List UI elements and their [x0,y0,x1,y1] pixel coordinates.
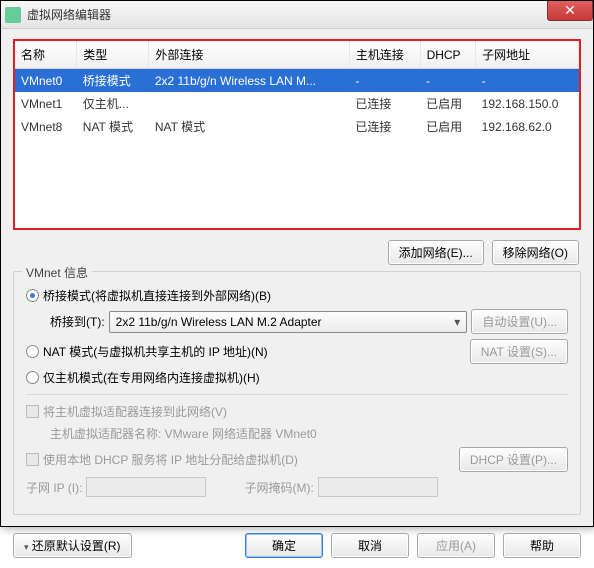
col-host[interactable]: 主机连接 [349,41,420,69]
bridge-to-label: 桥接到(T): [50,313,105,330]
dialog-footer: ▾ 还原默认设置(R) 确定 取消 应用(A) 帮助 [1,525,593,568]
hostonly-mode-option[interactable]: 仅主机模式(在专用网络内连接虚拟机)(H) [26,369,568,386]
restore-defaults-button[interactable]: ▾ 还原默认设置(R) [13,533,132,558]
radio-nat[interactable] [26,345,39,358]
nat-settings-button[interactable]: NAT 设置(S)... [470,339,568,364]
nat-mode-option[interactable]: NAT 模式(与虚拟机共享主机的 IP 地址)(N) NAT 设置(S)... [26,339,568,364]
ok-button[interactable]: 确定 [245,533,323,558]
dhcp-settings-button[interactable]: DHCP 设置(P)... [459,447,568,472]
network-table-frame: 名称 类型 外部连接 主机连接 DHCP 子网地址 VMnet0 桥接模式 2x… [13,39,581,230]
col-external[interactable]: 外部连接 [149,41,350,69]
subnet-mask-input [318,477,438,497]
bridge-to-combo[interactable]: 2x2 11b/g/n Wireless LAN M.2 Adapter [109,311,468,333]
virtual-network-editor-window: 虚拟网络编辑器 ✕ 名称 类型 外部连接 主机连接 DHCP 子网地址 [0,0,594,527]
subnet-ip-label: 子网 IP (I): [26,479,82,496]
checkbox-host-adapter [26,405,39,418]
network-table[interactable]: 名称 类型 外部连接 主机连接 DHCP 子网地址 VMnet0 桥接模式 2x… [15,41,579,228]
cancel-button[interactable]: 取消 [331,533,409,558]
separator [26,394,568,395]
col-type[interactable]: 类型 [77,41,149,69]
window-title: 虚拟网络编辑器 [27,6,111,23]
checkbox-dhcp [26,453,39,466]
dhcp-row: 使用本地 DHCP 服务将 IP 地址分配给虚拟机(D) DHCP 设置(P).… [26,447,568,472]
auto-settings-button[interactable]: 自动设置(U)... [471,309,568,334]
bridge-mode-option[interactable]: 桥接模式(将虚拟机直接连接到外部网络)(B) [26,287,568,304]
vmnet-info-group: VMnet 信息 桥接模式(将虚拟机直接连接到外部网络)(B) 桥接到(T): … [13,271,581,515]
close-button[interactable]: ✕ [547,1,593,21]
table-button-row: 添加网络(E)... 移除网络(O) [15,240,579,265]
apply-button[interactable]: 应用(A) [417,533,495,558]
subnet-ip-input [86,477,206,497]
titlebar[interactable]: 虚拟网络编辑器 ✕ [1,1,593,29]
col-subnet[interactable]: 子网地址 [476,41,579,69]
add-network-button[interactable]: 添加网络(E)... [388,240,484,265]
content-area: 名称 类型 外部连接 主机连接 DHCP 子网地址 VMnet0 桥接模式 2x… [1,29,593,525]
subnet-row: 子网 IP (I): 子网掩码(M): [26,477,568,497]
col-dhcp[interactable]: DHCP [420,41,476,69]
table-row[interactable]: VMnet1 仅主机... 已连接 已启用 192.168.150.0 [15,92,579,115]
remove-network-button[interactable]: 移除网络(O) [492,240,579,265]
table-header-row: 名称 类型 外部连接 主机连接 DHCP 子网地址 [15,41,579,69]
group-title: VMnet 信息 [22,264,92,281]
subnet-mask-label: 子网掩码(M): [244,479,313,496]
host-adapter-row: 将主机虚拟适配器连接到此网络(V) [26,403,568,420]
table-row[interactable]: VMnet8 NAT 模式 NAT 模式 已连接 已启用 192.168.62.… [15,115,579,138]
radio-hostonly[interactable] [26,371,39,384]
table-row[interactable]: VMnet0 桥接模式 2x2 11b/g/n Wireless LAN M..… [15,69,579,93]
radio-bridge[interactable] [26,289,39,302]
host-adapter-name-row: 主机虚拟适配器名称: VMware 网络适配器 VMnet0 [50,425,568,442]
bridge-to-row: 桥接到(T): 2x2 11b/g/n Wireless LAN M.2 Ada… [50,309,568,334]
col-name[interactable]: 名称 [15,41,77,69]
chevron-down-icon: ▾ [24,542,29,552]
app-icon [5,7,21,23]
help-button[interactable]: 帮助 [503,533,581,558]
